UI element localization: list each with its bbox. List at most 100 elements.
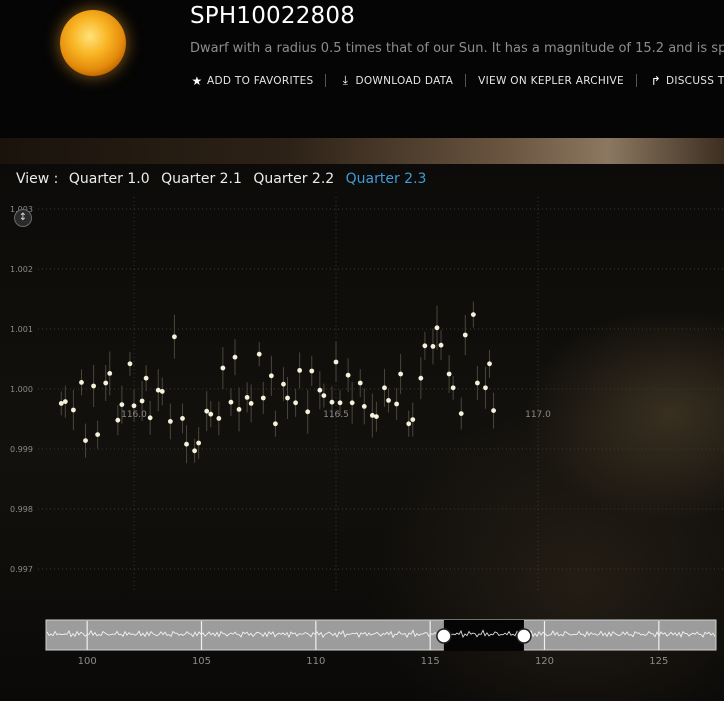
time-navigator[interactable]: 100 105 110 115 120 125 — [0, 610, 724, 670]
data-point[interactable] — [483, 385, 488, 391]
data-point[interactable] — [281, 381, 286, 387]
data-point[interactable] — [398, 371, 404, 377]
data-point[interactable] — [192, 448, 198, 454]
data-point[interactable] — [475, 380, 480, 386]
data-point[interactable] — [422, 343, 428, 349]
data-point[interactable] — [256, 351, 262, 357]
navigator-tick-label: 125 — [649, 656, 668, 667]
data-point[interactable] — [337, 400, 343, 406]
data-point[interactable] — [196, 440, 202, 446]
data-point[interactable] — [204, 408, 210, 414]
download-data-button[interactable]: ⤓ DOWNLOAD DATA — [338, 73, 453, 88]
data-point[interactable] — [139, 398, 145, 404]
data-point[interactable] — [470, 312, 476, 317]
data-point[interactable] — [107, 371, 113, 376]
data-point[interactable] — [115, 417, 121, 423]
data-point[interactable] — [244, 395, 250, 400]
data-point[interactable] — [386, 398, 391, 403]
data-point[interactable] — [232, 354, 238, 360]
data-point[interactable] — [434, 325, 440, 331]
data-point[interactable] — [119, 402, 125, 407]
data-point[interactable] — [458, 411, 464, 416]
zoom-slider-icon[interactable]: ↕ — [14, 209, 32, 227]
data-point[interactable] — [220, 365, 226, 371]
data-point[interactable] — [103, 380, 109, 386]
data-point[interactable] — [430, 344, 436, 349]
data-point[interactable] — [305, 409, 311, 415]
data-point[interactable] — [329, 399, 335, 405]
data-point[interactable] — [491, 408, 496, 413]
data-point[interactable] — [357, 380, 363, 386]
data-point[interactable] — [228, 399, 234, 405]
y-tick-label: 1.000 — [10, 385, 33, 394]
data-point[interactable] — [167, 419, 173, 424]
data-point[interactable] — [361, 404, 367, 409]
data-point[interactable] — [321, 393, 327, 398]
data-point[interactable] — [155, 387, 161, 393]
download-icon: ⤓ — [342, 73, 349, 87]
data-point[interactable] — [297, 368, 303, 373]
data-point[interactable] — [91, 383, 96, 389]
data-point[interactable] — [62, 399, 68, 404]
data-point[interactable] — [410, 417, 416, 422]
data-point[interactable] — [147, 415, 153, 421]
data-point[interactable] — [131, 403, 137, 409]
data-point[interactable] — [382, 385, 387, 391]
action-bar: ★ ADD TO FAVORITES ⤓ DOWNLOAD DATA VIEW ON K… — [190, 73, 724, 91]
data-point[interactable] — [418, 375, 424, 381]
data-point[interactable] — [143, 375, 149, 381]
data-point[interactable] — [462, 332, 468, 338]
data-point[interactable] — [369, 413, 375, 418]
navigator-right-handle[interactable] — [516, 628, 532, 644]
y-tick-label: 1.002 — [10, 265, 33, 274]
data-point[interactable] — [216, 416, 222, 421]
data-point[interactable] — [83, 438, 88, 443]
share-icon: ↱ — [650, 73, 662, 88]
data-point[interactable] — [248, 401, 254, 406]
data-point[interactable] — [268, 373, 274, 379]
data-point[interactable] — [159, 389, 165, 394]
data-point[interactable] — [438, 342, 444, 348]
data-points — [58, 312, 496, 454]
tab-quarter-2-1[interactable]: Quarter 2.1 — [161, 171, 242, 187]
navigator-left-handle[interactable] — [436, 628, 452, 644]
add-to-favorites-button[interactable]: ★ ADD TO FAVORITES — [190, 74, 313, 88]
data-point[interactable] — [309, 368, 315, 374]
data-point[interactable] — [273, 421, 278, 427]
data-point[interactable] — [345, 372, 351, 378]
action-divider — [325, 74, 327, 87]
tab-quarter-2-2[interactable]: Quarter 2.2 — [253, 171, 334, 187]
tab-quarter-2-3[interactable]: Quarter 2.3 — [346, 171, 427, 187]
data-point[interactable] — [236, 407, 242, 412]
navigator-selection[interactable] — [443, 620, 524, 651]
y-tick-label: 1.001 — [10, 325, 33, 334]
navigator-tick-label: 105 — [192, 656, 211, 667]
data-point[interactable] — [333, 359, 339, 365]
tab-quarter-1-0[interactable]: Quarter 1.0 — [69, 171, 150, 187]
data-point[interactable] — [71, 407, 76, 413]
view-on-kepler-archive-link[interactable]: VIEW ON KEPLER ARCHIVE — [478, 75, 624, 87]
data-point[interactable] — [79, 380, 84, 385]
data-point[interactable] — [446, 371, 452, 377]
data-point[interactable] — [285, 395, 290, 401]
data-point[interactable] — [127, 361, 133, 367]
data-point[interactable] — [487, 361, 492, 367]
star-title: SPH10022808 — [190, 3, 356, 29]
data-point[interactable] — [293, 400, 298, 406]
light-curve-chart[interactable]: 1.0031.0021.0011.0000.9990.9980.997 116.… — [0, 195, 724, 605]
data-point[interactable] — [450, 385, 456, 391]
data-point[interactable] — [172, 334, 177, 340]
data-point[interactable] — [180, 416, 185, 421]
data-point[interactable] — [394, 401, 399, 407]
header-divider-band — [0, 138, 724, 164]
data-point[interactable] — [406, 421, 412, 427]
data-point[interactable] — [260, 395, 266, 401]
discuss-this-star-button[interactable]: ↱DISCUSS THIS STAR — [649, 74, 724, 88]
data-point[interactable] — [95, 432, 101, 437]
x-tick-label: 117.0 — [525, 410, 551, 420]
data-point[interactable] — [208, 411, 214, 417]
data-point[interactable] — [374, 414, 379, 419]
data-point[interactable] — [184, 441, 189, 447]
data-point[interactable] — [317, 387, 323, 393]
data-point[interactable] — [349, 400, 355, 406]
